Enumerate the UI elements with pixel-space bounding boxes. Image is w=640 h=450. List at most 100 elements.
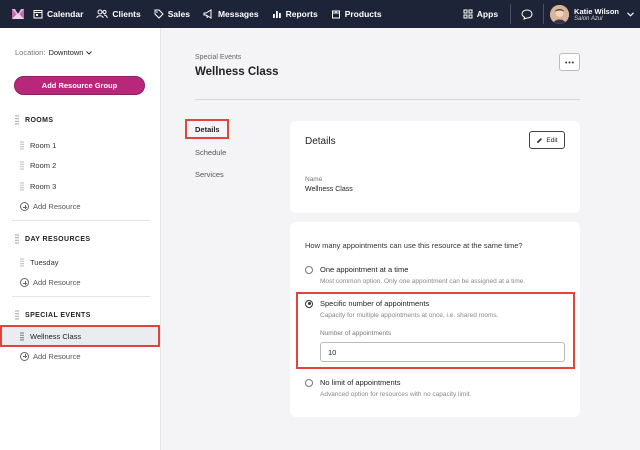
user-info[interactable]: Katie Wilson Salon Azul xyxy=(574,7,619,22)
nav-products[interactable]: Products xyxy=(331,9,382,19)
option-specific-number[interactable]: Specific number of appointments Capacity… xyxy=(305,299,498,319)
section-day-resources: DAY RESOURCES Tuesday Add Resource xyxy=(0,232,161,293)
drag-handle-icon[interactable] xyxy=(20,258,24,267)
resource-item-room-1[interactable]: Room 1 xyxy=(0,135,161,156)
add-resource-label: Add Resource xyxy=(33,278,81,287)
section-special-events-footer: Add Resource xyxy=(0,346,161,366)
pencil-icon xyxy=(537,137,543,143)
breadcrumb: Special Events xyxy=(195,54,242,61)
plus-circle-icon xyxy=(20,202,29,211)
clients-icon xyxy=(96,9,109,19)
add-resource-label: Add Resource xyxy=(33,351,81,361)
apps-button[interactable]: Apps xyxy=(463,9,498,19)
section-special-events: SPECIAL EVENTS xyxy=(0,308,161,322)
nav-calendar[interactable]: Calendar xyxy=(33,9,83,19)
nav-calendar-label: Calendar xyxy=(47,9,84,19)
resource-sidebar: Location: Downtown Add Resource Group RO… xyxy=(0,28,161,450)
app-logo[interactable] xyxy=(11,7,25,21)
resource-label: Tuesday xyxy=(30,257,59,267)
calendar-icon xyxy=(33,10,43,19)
nav-clients[interactable]: Clients xyxy=(96,9,141,19)
option-desc: Most common option. Only one appointment… xyxy=(320,278,526,285)
resource-item-wellness-class[interactable]: Wellness Class xyxy=(0,325,160,347)
radio-specific-number[interactable] xyxy=(305,299,313,308)
radio-one-at-a-time[interactable] xyxy=(305,265,313,274)
add-resource-button[interactable]: Add Resource xyxy=(0,346,161,366)
number-of-appointments-input[interactable]: 10 xyxy=(320,342,565,362)
nav-products-label: Products xyxy=(344,9,382,19)
option-title: Specific number of appointments xyxy=(320,299,430,308)
nav-reports-label: Reports xyxy=(285,9,318,19)
section-title: ROOMS xyxy=(25,116,54,124)
nav-messages[interactable]: Messages xyxy=(203,9,259,19)
drag-handle-icon[interactable] xyxy=(20,141,24,150)
option-title: One appointment at a time xyxy=(320,265,409,274)
user-salon: Salon Azul xyxy=(574,15,603,22)
chat-button[interactable] xyxy=(511,8,543,20)
edit-button[interactable]: Edit xyxy=(529,131,565,149)
apps-label: Apps xyxy=(476,9,499,19)
drag-handle-icon[interactable] xyxy=(15,234,19,244)
resource-item-room-3[interactable]: Room 3 xyxy=(0,176,161,197)
nav-sales[interactable]: Sales xyxy=(154,9,190,19)
add-resource-button[interactable]: Add Resource xyxy=(0,273,161,293)
top-navigation: Calendar Clients Sales Messages Reports … xyxy=(0,0,640,28)
nav-divider xyxy=(543,4,545,24)
location-label: Location: xyxy=(15,48,46,57)
option-title: No limit of appointments xyxy=(320,378,401,387)
drag-handle-icon[interactable] xyxy=(15,310,19,320)
section-header[interactable]: ROOMS xyxy=(0,113,161,127)
capacity-question: How many appointments can use this resou… xyxy=(305,241,523,250)
resource-label: Room 1 xyxy=(30,140,57,150)
chat-bubble-icon xyxy=(521,8,533,20)
details-card: Details Edit Name Wellness Class xyxy=(290,121,580,213)
nav-sales-label: Sales xyxy=(167,9,190,19)
section-rooms: ROOMS Room 1 Room 2 Room 3 Add Resource xyxy=(0,113,161,217)
option-no-limit[interactable]: No limit of appointments Advanced option… xyxy=(305,378,471,398)
tag-icon xyxy=(154,9,164,19)
capacity-card: How many appointments can use this resou… xyxy=(290,222,580,417)
more-options-button[interactable] xyxy=(559,53,580,71)
add-resource-group-button[interactable]: Add Resource Group xyxy=(14,76,145,95)
drag-handle-icon[interactable] xyxy=(15,115,19,125)
radio-no-limit[interactable] xyxy=(305,378,313,387)
chevron-down-icon[interactable] xyxy=(627,11,634,17)
section-header[interactable]: SPECIAL EVENTS xyxy=(0,308,161,322)
name-field-label: Name xyxy=(305,176,323,183)
option-desc: Capacity for multiple appointments at on… xyxy=(320,312,499,319)
option-desc: Advanced option for resources with no ca… xyxy=(320,391,472,398)
drag-handle-icon[interactable] xyxy=(20,331,24,341)
option-one-at-a-time[interactable]: One appointment at a time Most common op… xyxy=(305,265,525,285)
page-title: Wellness Class xyxy=(195,66,279,78)
section-title: DAY RESOURCES xyxy=(25,235,91,243)
add-resource-button[interactable]: Add Resource xyxy=(0,197,161,217)
package-icon xyxy=(331,10,340,19)
tab-schedule[interactable]: Schedule xyxy=(195,148,226,157)
section-divider xyxy=(12,220,150,221)
nav-reports[interactable]: Reports xyxy=(272,9,318,19)
plus-circle-icon xyxy=(20,351,29,361)
nav-clients-label: Clients xyxy=(112,9,141,19)
header-divider xyxy=(195,99,580,100)
plus-circle-icon xyxy=(20,278,29,287)
bar-chart-icon xyxy=(272,11,281,18)
grid-icon xyxy=(463,9,473,19)
resource-item-room-2[interactable]: Room 2 xyxy=(0,156,161,177)
location-value: Downtown xyxy=(48,48,84,57)
location-selector[interactable]: Location: Downtown xyxy=(15,48,93,57)
chevron-down-icon xyxy=(86,50,93,55)
drag-handle-icon[interactable] xyxy=(20,182,24,191)
name-field-value: Wellness Class xyxy=(305,186,353,193)
more-horizontal-icon xyxy=(565,61,574,63)
resource-item-tuesday[interactable]: Tuesday xyxy=(0,252,161,273)
megaphone-icon xyxy=(203,9,212,19)
drag-handle-icon[interactable] xyxy=(20,161,24,170)
avatar[interactable] xyxy=(550,4,570,24)
section-title: SPECIAL EVENTS xyxy=(25,311,91,319)
tab-details[interactable]: Details xyxy=(185,119,229,139)
tab-services[interactable]: Services xyxy=(195,170,224,179)
user-name: Katie Wilson xyxy=(574,6,619,16)
section-header[interactable]: DAY RESOURCES xyxy=(0,232,161,246)
nav-messages-label: Messages xyxy=(217,9,259,19)
add-resource-label: Add Resource xyxy=(33,202,81,211)
